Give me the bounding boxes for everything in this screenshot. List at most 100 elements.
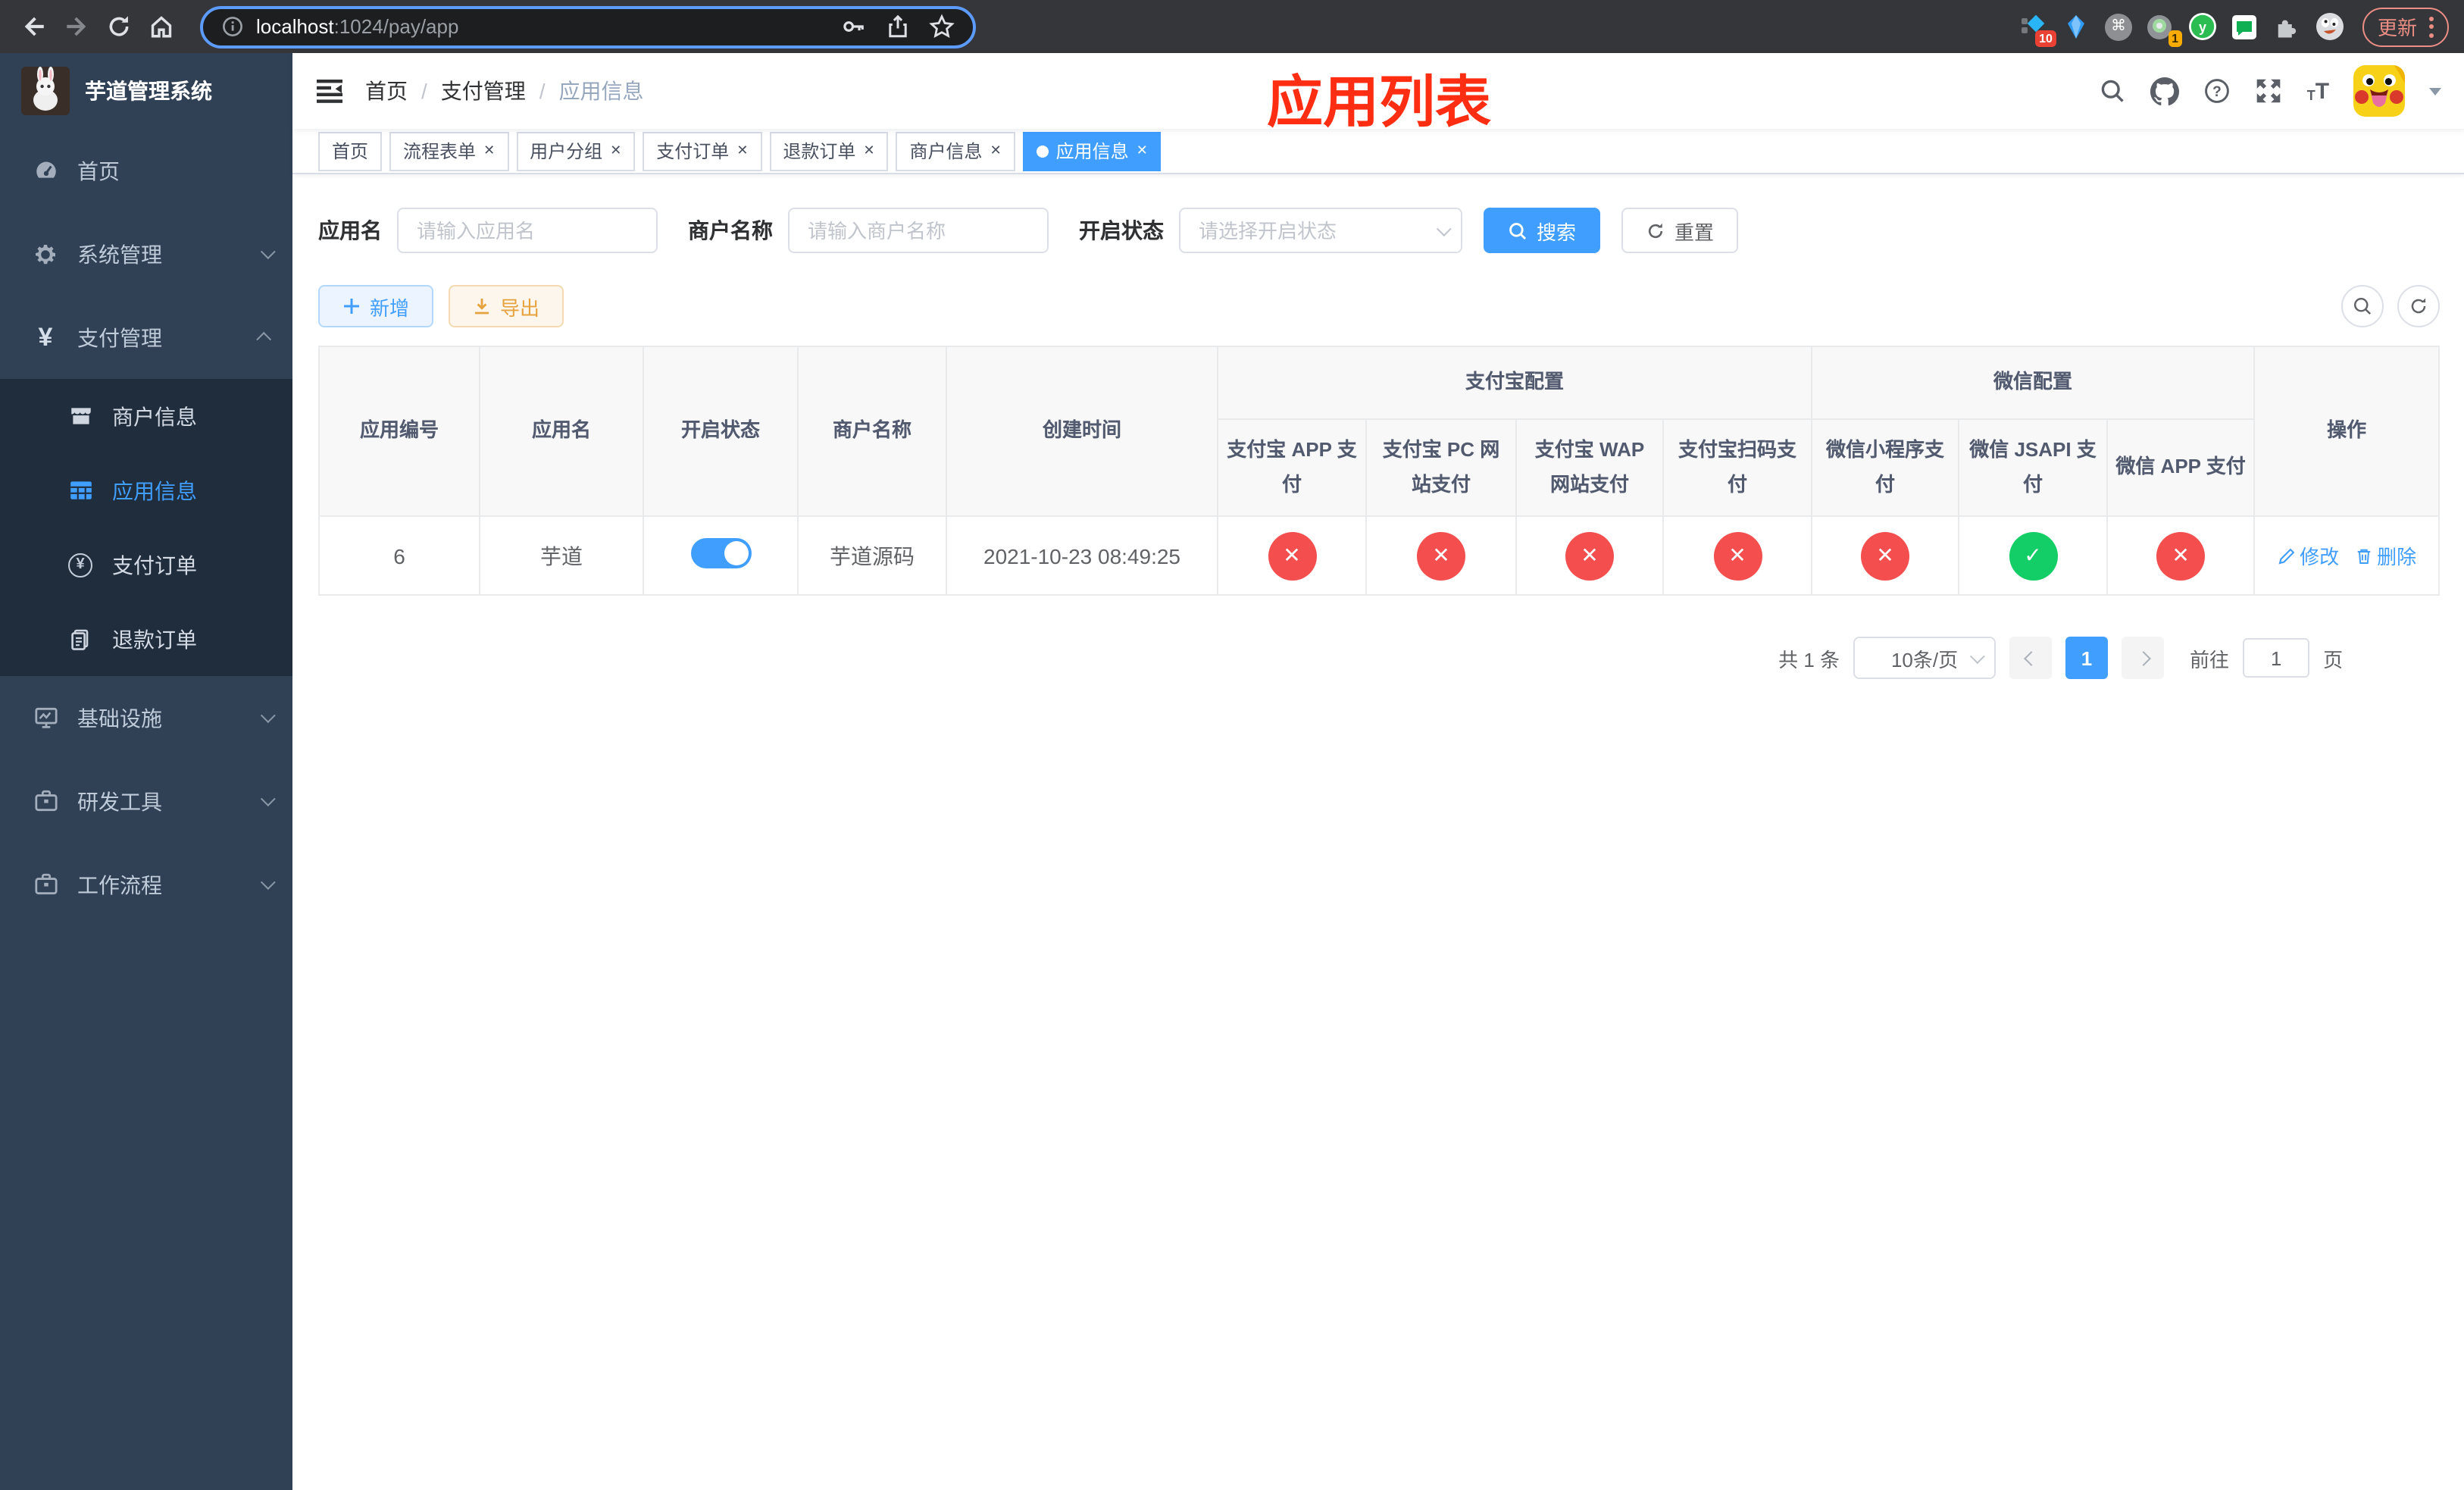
col-group-wechat: 微信配置 [1811,346,2256,420]
sidebar-item-workflow[interactable]: 工作流程 [0,843,292,926]
browser-home-button[interactable] [142,8,179,45]
update-label: 更新 [2377,17,2417,39]
extension-yuque-icon[interactable]: y [2188,12,2217,41]
reset-button-label: 重置 [1674,221,1715,243]
reset-button[interactable]: 重置 [1621,208,1739,253]
extension-balloon-icon[interactable] [2062,12,2091,41]
browser-update-button[interactable]: 更新 [2362,7,2449,46]
sidebar-item-dev-tools[interactable]: 研发工具 [0,759,292,843]
bookmark-star-icon[interactable] [929,14,955,39]
tab-user-group[interactable]: 用户分组 [516,131,636,171]
edit-link[interactable]: 修改 [2277,541,2339,570]
browser-menu-icon[interactable] [2429,16,2434,37]
col-app-id: 应用编号 [318,346,480,517]
sidebar-item-infrastructure[interactable]: 基础设施 [0,676,292,759]
extension-recorder-icon[interactable]: 1 [2146,12,2182,47]
url-path: :1024/pay/app [333,15,459,38]
app-name-input[interactable] [397,208,658,253]
tab-merchant-info[interactable]: 商户信息 [896,131,1015,171]
sidebar-item-label: 应用信息 [112,478,197,502]
sidebar-item-merchant-info[interactable]: 商户信息 [0,379,292,453]
font-size-icon[interactable]: TT [2307,80,2329,102]
search-button-label: 搜索 [1537,221,1577,243]
close-icon[interactable] [1137,142,1148,159]
tab-pay-orders[interactable]: 支付订单 [643,131,762,171]
breadcrumb-payment[interactable]: 支付管理 [441,76,526,106]
user-avatar[interactable] [2353,65,2406,117]
tab-app-info[interactable]: 应用信息 [1022,131,1162,171]
password-key-icon[interactable] [841,14,867,39]
share-icon[interactable] [885,14,911,39]
tab-refund-orders[interactable]: 退款订单 [769,131,889,171]
help-icon[interactable]: ? [2204,77,2231,105]
extension-badge: 10 [2035,30,2056,47]
chat-bubble-icon [2232,14,2257,39]
github-icon[interactable] [2150,77,2180,105]
show-search-button[interactable] [2341,285,2384,327]
yen-icon: ¥ [38,323,53,352]
app-logo [21,67,70,115]
sidebar-item-system[interactable]: 系统管理 [0,212,292,296]
col-alipay-pc: 支付宝 PC 网站支付 [1365,418,1517,517]
status-label: 开启状态 [1079,218,1164,243]
sidebar-item-payment[interactable]: ¥ 支付管理 [0,296,292,379]
merchant-name-input[interactable] [788,208,1049,253]
goto-label: 前往 [2190,648,2230,671]
extension-chat-icon[interactable] [2231,12,2259,41]
goto-page-suffix: 页 [2323,648,2344,671]
browser-forward-button[interactable] [58,8,94,45]
browser-back-button[interactable] [15,8,52,45]
extensions-puzzle-icon[interactable] [2273,12,2302,41]
sidebar-collapse-icon[interactable] [317,79,344,103]
edit-link-label: 修改 [2300,546,2340,568]
status-toggle[interactable] [690,538,751,568]
add-button-label: 新增 [370,296,410,319]
profile-avatar-icon[interactable] [2315,12,2344,41]
avatar-caret-down-icon[interactable] [2429,87,2442,95]
search-icon[interactable] [2100,77,2127,105]
refresh-table-button[interactable] [2397,285,2441,327]
extension-pinned-icon[interactable]: 10 [2020,12,2056,47]
store-icon [67,403,94,429]
breadcrumb-home[interactable]: 首页 [365,76,408,106]
extension-badge: 1 [2168,30,2182,47]
sidebar-logo-row[interactable]: 芋道管理系统 [0,53,292,129]
home-icon [150,16,171,38]
next-page-button[interactable] [2122,637,2165,679]
address-bar[interactable]: localhost:1024/pay/app [200,5,976,48]
page-size-select[interactable]: 10条/页 [1853,637,1997,679]
close-icon[interactable] [736,142,748,159]
alipay-qr-status-icon: ✕ [1713,531,1762,580]
add-button[interactable]: 新增 [318,285,434,327]
tab-process-form[interactable]: 流程表单 [389,131,509,171]
delete-link[interactable]: 删除 [2354,541,2416,570]
export-button[interactable]: 导出 [449,285,564,327]
search-button[interactable]: 搜索 [1484,208,1601,253]
prev-page-button[interactable] [2009,637,2053,679]
active-dot [1036,145,1049,157]
tab-label: 用户分组 [530,141,603,162]
sidebar-item-home[interactable]: 首页 [0,129,292,212]
close-icon[interactable] [990,142,1002,159]
breadcrumb-separator: / [421,79,427,103]
browser-reload-button[interactable] [100,8,136,45]
status-select-input[interactable] [1179,208,1462,253]
close-icon[interactable] [610,142,621,159]
sidebar-item-refund-orders[interactable]: 退款订单 [0,602,292,676]
extension-command-icon[interactable]: ⌘ [2104,13,2132,40]
status-select[interactable] [1179,208,1462,253]
close-icon[interactable] [483,142,495,159]
close-icon[interactable] [863,142,874,159]
briefcase-icon [32,872,59,897]
sidebar-item-pay-orders[interactable]: ¥ 支付订单 [0,527,292,602]
pagination-total: 共 1 条 [1778,648,1840,671]
fullscreen-icon[interactable] [2256,77,2283,105]
page-size-value: 10条/页 [1890,648,1959,671]
page-number-1[interactable]: 1 [2065,637,2109,679]
col-alipay-app: 支付宝 APP 支付 [1217,418,1367,517]
col-wechat-jsapi: 微信 JSAPI 支付 [1958,418,2109,517]
site-info-icon[interactable] [221,15,244,38]
goto-page-input[interactable] [2243,638,2310,678]
sidebar-item-app-info[interactable]: 应用信息 [0,453,292,527]
tab-home[interactable]: 首页 [318,131,383,171]
